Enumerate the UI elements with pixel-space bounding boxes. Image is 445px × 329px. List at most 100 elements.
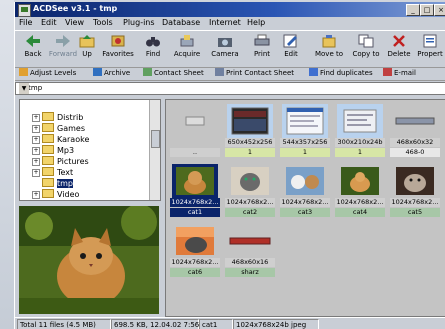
thumbnail-cat5[interactable]: 1024x768x2... cat5	[390, 162, 440, 220]
expand-icon[interactable]: +	[32, 125, 40, 133]
thumbnail-parent[interactable]: ..	[170, 102, 220, 160]
thumbnail-caption: 1024x768x2...	[390, 198, 440, 207]
thumbnail-label: cat3	[280, 208, 330, 217]
maximize-button[interactable]: □	[420, 4, 434, 16]
thumbnail-cat4[interactable]: 1024x768x2... cat4	[335, 162, 385, 220]
tree-item-pictures[interactable]: + Pictures	[32, 156, 89, 167]
tree-scrollbar[interactable]	[149, 100, 160, 200]
camera-button[interactable]: Camera	[209, 33, 241, 65]
back-label: Back	[24, 50, 42, 58]
menu-help[interactable]: Help	[247, 18, 265, 27]
status-filename: cat1	[199, 319, 233, 329]
window-title: ACDSee v3.1 - tmp	[33, 4, 118, 13]
archive-button[interactable]: Archive	[93, 68, 130, 77]
favorites-icon	[111, 35, 125, 47]
print-button[interactable]: Print	[250, 33, 274, 65]
cat-photo-thumb	[392, 164, 438, 198]
status-total: Total 11 files (4.5 MB)	[17, 319, 111, 329]
address-dropdown-icon[interactable]: ▼	[19, 83, 29, 94]
menu-internet[interactable]: Internet	[209, 18, 241, 27]
thumbnail-1[interactable]: 650x452x256 1	[225, 102, 275, 160]
thumbnail-sharz[interactable]: 468x60x16 sharz	[225, 222, 275, 280]
thumbnail-cat6[interactable]: 1024x768x2... cat6	[170, 222, 220, 280]
thumbnail-caption: 300x210x24b	[335, 138, 385, 147]
expand-icon[interactable]: +	[32, 158, 40, 166]
thumbnail-cat3[interactable]: 1024x768x2... cat3	[280, 162, 330, 220]
thumbnail-cat1[interactable]: 1024x768x2... cat1	[170, 162, 220, 220]
find-duplicates-button[interactable]: Find duplicates	[309, 68, 373, 77]
close-button[interactable]: ×	[434, 4, 445, 16]
edit-button[interactable]: Edit	[277, 33, 305, 65]
email-button[interactable]: E-mail	[383, 68, 416, 77]
thumbnail-label: cat5	[390, 208, 440, 217]
thumbnail-caption: 1024x768x2...	[335, 198, 385, 207]
tree-item-video[interactable]: + Video	[32, 189, 79, 200]
find-duplicates-icon	[309, 68, 318, 76]
thumbnail-label: cat1	[170, 208, 220, 217]
move-to-label: Move to	[314, 50, 344, 58]
expand-icon[interactable]: +	[32, 191, 40, 199]
expand-icon[interactable]: +	[32, 169, 40, 177]
menu-plugins[interactable]: Plug-ins	[123, 18, 155, 27]
thumbnail-2[interactable]: 544x357x256 1	[280, 102, 330, 160]
print-contact-sheet-icon	[215, 68, 224, 76]
favorites-button[interactable]: Favorites	[101, 33, 135, 65]
thumbnail-grid[interactable]: .. 650x452x256 1 544x357x256 1 300x210x2…	[165, 99, 445, 317]
thumbnail-4[interactable]: 468x60x32 468-0	[390, 102, 440, 160]
expand-icon[interactable]: +	[32, 114, 40, 122]
tree-item-label: Pictures	[57, 157, 89, 166]
menu-edit[interactable]: Edit	[41, 18, 57, 27]
minimize-button[interactable]: _	[406, 4, 420, 16]
address-bar[interactable]: E:\tmp ▼	[15, 82, 445, 95]
tree-scrollbar-thumb[interactable]	[151, 130, 160, 148]
tree-item-mp3[interactable]: + Mp3	[32, 145, 74, 156]
tree-item-text[interactable]: + Text	[32, 167, 73, 178]
expand-icon[interactable]: +	[32, 136, 40, 144]
back-button[interactable]: Back	[17, 33, 49, 65]
menu-bar: File Edit View Tools Plug-ins Database I…	[15, 17, 445, 29]
cat-photo-thumb	[227, 164, 273, 198]
menu-view[interactable]: View	[65, 18, 84, 27]
copy-to-button[interactable]: Copy to	[349, 33, 383, 65]
document-thumb	[282, 104, 328, 138]
adjust-levels-button[interactable]: Adjust Levels	[19, 68, 76, 77]
move-to-button[interactable]: Move to	[312, 33, 346, 65]
thumbnail-3[interactable]: 300x210x24b 1	[335, 102, 385, 160]
desktop-edge	[0, 0, 14, 329]
status-image-info: 1024x768x24b jpeg	[233, 319, 319, 329]
menu-file[interactable]: File	[19, 18, 32, 27]
adjust-levels-icon	[19, 68, 28, 76]
acquire-button[interactable]: Acquire	[171, 33, 203, 65]
properties-button[interactable]: Propert	[414, 33, 445, 65]
tree-item-distrib[interactable]: + Distrib	[32, 112, 84, 123]
thumbnail-cat2[interactable]: 1024x768x2... cat2	[225, 162, 275, 220]
tree-item-label: Distrib	[57, 113, 84, 122]
menu-tools[interactable]: Tools	[93, 18, 113, 27]
folder-icon	[42, 145, 54, 154]
find-button[interactable]: Find	[141, 33, 165, 65]
tree-item-tmp[interactable]: tmp	[42, 178, 74, 189]
folder-tree[interactable]: + Distrib + Games + Karaoke + Mp3 + Pictures …	[19, 99, 161, 201]
expand-icon[interactable]: +	[32, 147, 40, 155]
tree-item-games[interactable]: + Games	[32, 123, 85, 134]
menu-database[interactable]: Database	[162, 18, 200, 27]
folder-icon	[42, 123, 54, 132]
up-button[interactable]: Up	[75, 33, 99, 65]
thumbnail-label: cat2	[225, 208, 275, 217]
tree-item-karaoke[interactable]: + Karaoke	[32, 134, 89, 145]
thumbnail-caption: 1024x768x2...	[170, 198, 220, 207]
acquire-icon	[180, 35, 194, 47]
properties-icon	[423, 34, 437, 48]
delete-label: Delete	[387, 50, 411, 58]
contact-sheet-button[interactable]: Contact Sheet	[143, 68, 204, 77]
acquire-label: Acquire	[173, 50, 201, 58]
thumbnail-caption: ..	[170, 148, 220, 157]
thumbnail-label: cat6	[170, 268, 220, 277]
open-folder-icon	[42, 178, 54, 187]
document-thumb	[337, 104, 383, 138]
cat-photo-thumb	[172, 224, 218, 258]
folder-icon	[42, 189, 54, 198]
delete-button[interactable]: Delete	[384, 33, 414, 65]
print-contact-sheet-button[interactable]: Print Contact Sheet	[215, 68, 294, 77]
title-bar[interactable]: ACDSee v3.1 - tmp _ □ ×	[15, 2, 445, 17]
